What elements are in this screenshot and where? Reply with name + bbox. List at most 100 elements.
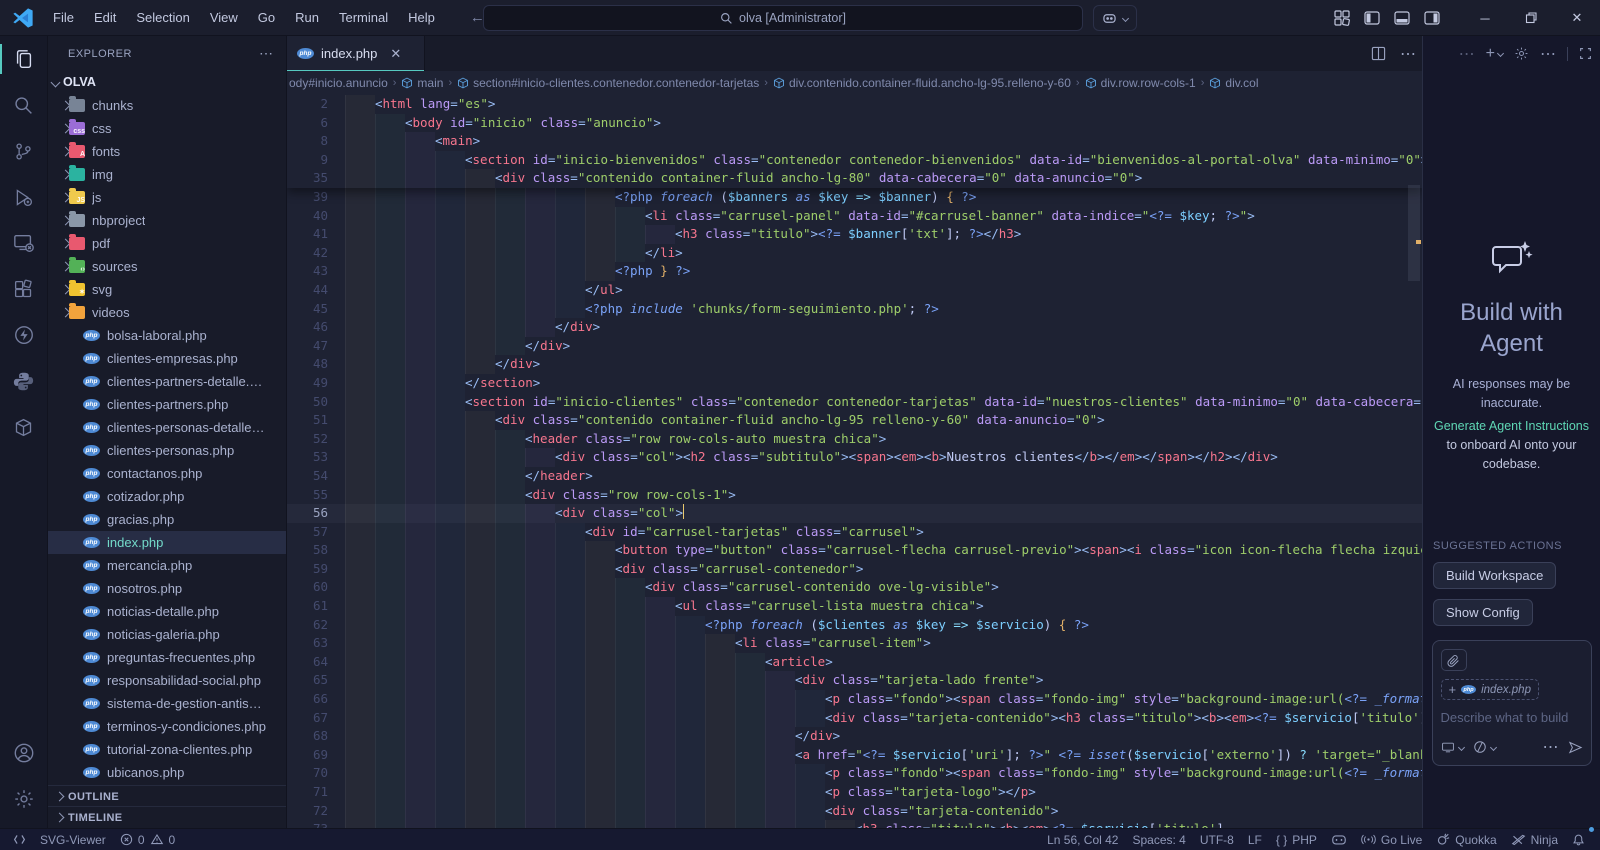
file-cotizador-php[interactable]: php cotizador.php bbox=[48, 485, 286, 508]
breadcrumb-item[interactable]: div.contenido.container-fluid.ancho-lg-9… bbox=[773, 76, 1071, 90]
outline-section[interactable]: OUTLINE bbox=[48, 785, 286, 807]
tab-close-icon[interactable]: ✕ bbox=[390, 46, 401, 62]
workspace-root-folder[interactable]: OLVA bbox=[48, 71, 286, 93]
maximize-panel-icon[interactable] bbox=[1579, 47, 1592, 60]
thunder-client-icon[interactable] bbox=[0, 312, 48, 358]
chat-input-box[interactable]: + php index.php Describe what to build ⋯ bbox=[1431, 640, 1592, 766]
breadcrumb-item[interactable]: div.row.row-cols-1 bbox=[1085, 76, 1196, 90]
file-mercancia-php[interactable]: php mercancia.php bbox=[48, 554, 286, 577]
file-clientes-partners-detalle-php[interactable]: php clientes-partners-detalle.php bbox=[48, 370, 286, 393]
cursor-position[interactable]: Ln 56, Col 42 bbox=[1040, 829, 1125, 850]
folder-css[interactable]: css css bbox=[48, 117, 286, 140]
file-clientes-personas-detalle-php[interactable]: php clientes-personas-detalle.php bbox=[48, 416, 286, 439]
command-center-search[interactable]: olva [Administrator] bbox=[483, 5, 1083, 31]
toggle-secondary-sidebar-icon[interactable] bbox=[1424, 10, 1440, 26]
split-editor-icon[interactable] bbox=[1371, 46, 1386, 61]
python-icon[interactable] bbox=[0, 358, 48, 404]
restore-button[interactable] bbox=[1508, 0, 1554, 36]
new-chat-button[interactable]: + bbox=[1486, 45, 1505, 63]
attach-context-button[interactable] bbox=[1440, 649, 1467, 671]
code-editor[interactable]: 39 <?php foreach ($banners as $key => $ba… bbox=[287, 95, 1422, 828]
folder-svg[interactable]: ✶ svg bbox=[48, 278, 286, 301]
file-ubicanos-php[interactable]: php ubicanos.php bbox=[48, 761, 286, 784]
minimize-button[interactable]: ─ bbox=[1462, 0, 1508, 36]
folder-videos[interactable]: videos bbox=[48, 301, 286, 324]
containers-icon[interactable] bbox=[0, 404, 48, 450]
ninja-button[interactable]: Ninja bbox=[1504, 829, 1565, 850]
file-noticias-galeria-php[interactable]: php noticias-galeria.php bbox=[48, 623, 286, 646]
context-chip-index-php[interactable]: + php index.php bbox=[1440, 679, 1539, 700]
account-icon[interactable] bbox=[0, 730, 48, 776]
copilot-menu-button[interactable] bbox=[1093, 5, 1137, 31]
editor-more-icon[interactable]: ⋯ bbox=[1400, 44, 1416, 64]
show-config-button[interactable]: Show Config bbox=[1433, 599, 1533, 626]
search-view-icon[interactable] bbox=[0, 82, 48, 128]
remote-window-button[interactable] bbox=[6, 829, 33, 850]
chat-mode-picker[interactable] bbox=[1473, 740, 1497, 754]
go-live-button[interactable]: Go Live bbox=[1354, 829, 1429, 850]
file-tutorial-zona-clientes-php[interactable]: php tutorial-zona-clientes.php bbox=[48, 738, 286, 761]
explorer-icon[interactable] bbox=[0, 36, 48, 82]
folder-pdf[interactable]: pdf bbox=[48, 232, 286, 255]
file-sistema-de-gestion-antisobor-[interactable]: php sistema-de-gestion-antisobor… bbox=[48, 692, 286, 715]
eol-sequence[interactable]: LF bbox=[1241, 829, 1269, 850]
file-clientes-personas-php[interactable]: php clientes-personas.php bbox=[48, 439, 286, 462]
notifications-bell[interactable] bbox=[1565, 826, 1594, 850]
panel-overflow-icon[interactable]: ⋯ bbox=[1540, 44, 1556, 64]
breadcrumb-item[interactable]: div.col bbox=[1209, 76, 1259, 90]
run-debug-icon[interactable] bbox=[0, 174, 48, 220]
file-bolsa-laboral-php[interactable]: php bolsa-laboral.php bbox=[48, 324, 286, 347]
folder-img[interactable]: img bbox=[48, 163, 286, 186]
folder-chunks[interactable]: chunks bbox=[48, 94, 286, 117]
folder-js[interactable]: JS js bbox=[48, 186, 286, 209]
chat-input-placeholder[interactable]: Describe what to build bbox=[1441, 710, 1583, 725]
menu-file[interactable]: File bbox=[44, 6, 83, 29]
close-window-button[interactable]: ✕ bbox=[1554, 0, 1600, 36]
menu-terminal[interactable]: Terminal bbox=[330, 6, 397, 29]
menu-view[interactable]: View bbox=[201, 6, 247, 29]
editor-scrollbar[interactable] bbox=[1408, 185, 1420, 281]
remote-name[interactable]: SVG-Viewer bbox=[33, 829, 113, 850]
tab-index-php[interactable]: php index.php ✕ bbox=[287, 36, 425, 71]
source-control-icon[interactable] bbox=[0, 128, 48, 174]
build-workspace-button[interactable]: Build Workspace bbox=[1433, 562, 1557, 589]
menu-selection[interactable]: Selection bbox=[127, 6, 198, 29]
remote-explorer-icon[interactable] bbox=[0, 220, 48, 266]
file-terminos-y-condiciones-php[interactable]: php terminos-y-condiciones.php bbox=[48, 715, 286, 738]
encoding[interactable]: UTF-8 bbox=[1193, 829, 1241, 850]
file-nosotros-php[interactable]: php nosotros.php bbox=[48, 577, 286, 600]
customize-layout-icon[interactable] bbox=[1334, 10, 1350, 26]
chat-more-icon[interactable]: ⋯ bbox=[1543, 737, 1559, 757]
menu-go[interactable]: Go bbox=[249, 6, 284, 29]
file-preguntas-frecuentes-php[interactable]: php preguntas-frecuentes.php bbox=[48, 646, 286, 669]
menu-edit[interactable]: Edit bbox=[85, 6, 125, 29]
chat-model-picker[interactable] bbox=[1441, 741, 1465, 754]
indentation[interactable]: Spaces: 4 bbox=[1125, 829, 1192, 850]
file-contactanos-php[interactable]: php contactanos.php bbox=[48, 462, 286, 485]
toggle-panel-icon[interactable] bbox=[1394, 10, 1410, 26]
chat-settings-gear-icon[interactable] bbox=[1514, 46, 1529, 61]
file-index-php[interactable]: php index.php bbox=[48, 531, 286, 554]
breadcrumb-item[interactable]: main bbox=[401, 76, 443, 90]
menu-help[interactable]: Help bbox=[399, 6, 444, 29]
quokka-button[interactable]: Quokka bbox=[1429, 829, 1503, 850]
explorer-more-icon[interactable]: ⋯ bbox=[259, 45, 274, 62]
toggle-primary-sidebar-icon[interactable] bbox=[1364, 10, 1380, 26]
copilot-status-button[interactable] bbox=[1324, 829, 1354, 850]
file-clientes-partners-php[interactable]: php clientes-partners.php bbox=[48, 393, 286, 416]
problems-button[interactable]: 0 0 bbox=[113, 829, 182, 850]
file-gracias-php[interactable]: php gracias.php bbox=[48, 508, 286, 531]
language-mode[interactable]: { } PHP bbox=[1269, 829, 1324, 850]
settings-gear-icon[interactable] bbox=[0, 776, 48, 822]
generate-agent-instructions-link[interactable]: Generate Agent Instructions bbox=[1434, 419, 1589, 433]
folder-nbproject[interactable]: nbproject bbox=[48, 209, 286, 232]
file-clientes-empresas-php[interactable]: php clientes-empresas.php bbox=[48, 347, 286, 370]
timeline-section[interactable]: TIMELINE bbox=[48, 806, 286, 828]
breadcrumb-item[interactable]: section#inicio-clientes.contenedor.conte… bbox=[457, 76, 759, 90]
file-noticias-detalle-php[interactable]: php noticias-detalle.php bbox=[48, 600, 286, 623]
extensions-icon[interactable] bbox=[0, 266, 48, 312]
folder-fonts[interactable]: Afonts bbox=[48, 140, 286, 163]
send-icon[interactable] bbox=[1568, 740, 1583, 755]
panel-more-icon[interactable]: ⋯ bbox=[1459, 44, 1475, 64]
file-responsabilidad-social-php[interactable]: php responsabilidad-social.php bbox=[48, 669, 286, 692]
